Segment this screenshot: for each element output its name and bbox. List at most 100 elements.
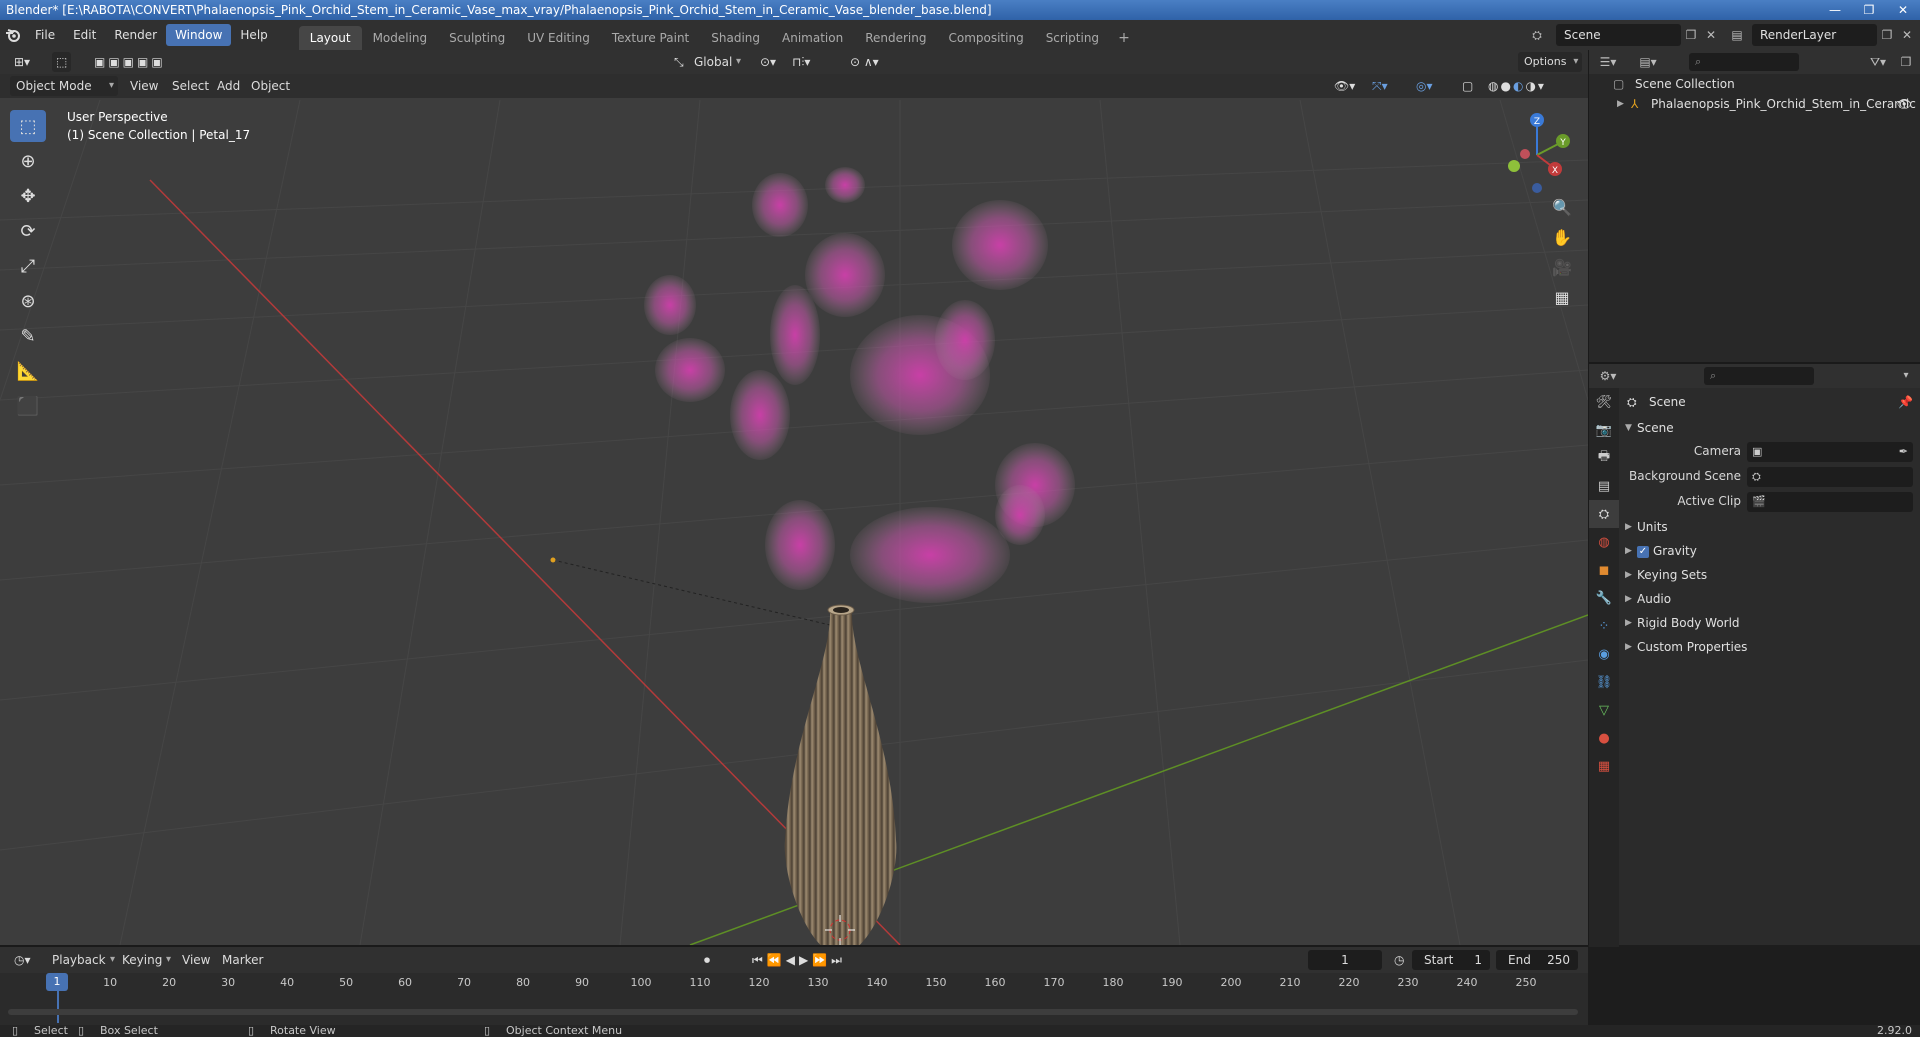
scene-browse-icon[interactable]: ⛭ <box>1526 24 1548 46</box>
tab-uv-editing[interactable]: UV Editing <box>516 26 601 50</box>
render-layer-remove-icon[interactable]: ✕ <box>1896 24 1918 46</box>
eyedropper-icon[interactable]: ✒ <box>1899 442 1908 462</box>
tab-modeling[interactable]: Modeling <box>362 26 439 50</box>
timeline-scrollbar[interactable] <box>8 1009 1578 1015</box>
scene-name-field[interactable]: Scene <box>1556 24 1681 46</box>
overlay-toggle-icon[interactable]: ◎▾ <box>1412 76 1437 96</box>
view-layer-browse-icon[interactable]: ▤ <box>1726 24 1748 46</box>
menu-render[interactable]: Render <box>105 24 166 46</box>
background-scene-field[interactable]: ⛭ <box>1747 467 1913 487</box>
ortho-grid-icon[interactable]: ▦ <box>1547 282 1577 312</box>
gravity-checkbox[interactable]: ✓ <box>1637 545 1649 558</box>
active-clip-field[interactable]: 🎬 <box>1747 492 1913 512</box>
units-panel-header[interactable]: ▶ Units <box>1619 515 1920 539</box>
properties-editor-icon[interactable]: ⚙▾ <box>1597 365 1619 387</box>
shading-mode-icons[interactable]: ◍●◐◑▾ <box>1484 76 1550 96</box>
display-mode-icon[interactable]: ▤▾ <box>1637 51 1659 73</box>
3d-viewport[interactable]: ⊞▾ ⬚ ▣▣▣▣▣ ⤡ Global ▾ ⊙▾ ⊓⫶▾ ⊙ ∧▾ Option… <box>0 50 1588 945</box>
end-frame-field[interactable]: End 250 <box>1496 950 1578 970</box>
tab-shading[interactable]: Shading <box>700 26 771 50</box>
frame-ruler[interactable]: 1102030405060708090100110120130140150160… <box>0 973 1588 993</box>
outliner-row-object[interactable]: ▶ ⅄ Phalaenopsis_Pink_Orchid_Stem_in_Cer… <box>1589 94 1920 114</box>
viewport-canvas[interactable] <box>0 100 1588 945</box>
render-layer-field[interactable]: RenderLayer <box>1752 24 1877 46</box>
new-collection-icon[interactable]: ❐ <box>1895 51 1917 73</box>
pivot-point-icon[interactable]: ⊙▾ <box>756 52 780 72</box>
texture-tab-icon[interactable]: ▦ <box>1589 752 1619 780</box>
preview-range-icon[interactable]: ◷ <box>1390 950 1408 970</box>
gizmo-toggle-icon[interactable]: ⤧▾ <box>1368 76 1392 96</box>
viewport-menu-add[interactable]: Add <box>213 76 244 96</box>
tab-scripting[interactable]: Scripting <box>1035 26 1110 50</box>
outliner-row-scene-collection[interactable]: ▢ Scene Collection <box>1589 74 1920 94</box>
timeline-menu-playback[interactable]: Playback <box>48 950 110 970</box>
close-button[interactable]: ✕ <box>1886 0 1920 20</box>
view-layer-tab-icon[interactable]: ▤ <box>1589 472 1619 500</box>
annotate-tool-icon[interactable]: ✎ <box>10 320 46 352</box>
timeline-menu-keying[interactable]: Keying <box>118 950 166 970</box>
menu-edit[interactable]: Edit <box>64 24 105 46</box>
rotate-tool-icon[interactable]: ⟳ <box>10 215 46 247</box>
constraints-tab-icon[interactable]: ⛓ <box>1589 668 1619 696</box>
particles-tab-icon[interactable]: ⁘ <box>1589 612 1619 640</box>
move-tool-icon[interactable]: ✥ <box>10 180 46 212</box>
viewport-menu-select[interactable]: Select <box>168 76 213 96</box>
object-tab-icon[interactable]: ◼ <box>1589 556 1619 584</box>
minimize-button[interactable]: — <box>1818 0 1852 20</box>
zoom-icon[interactable]: 🔍 <box>1547 192 1577 222</box>
modifier-tab-icon[interactable]: 🔧 <box>1589 584 1619 612</box>
options-dropdown[interactable]: Options <box>1518 52 1583 72</box>
proportional-edit-icon[interactable]: ⊙ ∧▾ <box>846 52 883 72</box>
properties-options-icon[interactable]: ▾ <box>1895 365 1917 387</box>
mode-dropdown[interactable]: Object Mode <box>10 76 118 96</box>
transform-orientation-label[interactable]: Global <box>690 52 736 72</box>
cursor-tool-icon[interactable]: ⊕ <box>10 145 46 177</box>
timeline-menu-marker[interactable]: Marker <box>218 950 267 970</box>
render-tab-icon[interactable]: 📷 <box>1589 416 1619 444</box>
properties-search-input[interactable]: ⌕ <box>1704 367 1814 385</box>
snap-icon[interactable]: ⊓⫶▾ <box>788 52 814 72</box>
scene-tab-icon[interactable]: ⛭ <box>1589 500 1619 528</box>
menu-help[interactable]: Help <box>231 24 276 46</box>
visibility-eye-icon[interactable]: 👁 <box>1897 94 1912 114</box>
timeline-menu-view[interactable]: View <box>178 950 214 970</box>
render-layer-new-icon[interactable]: ❐ <box>1876 24 1898 46</box>
scene-new-icon[interactable]: ❐ <box>1680 24 1702 46</box>
timeline-body[interactable] <box>0 993 1588 1023</box>
playback-controls-icons[interactable]: ⏮⏪◀▶⏩⏭ <box>748 950 850 970</box>
menu-window[interactable]: Window <box>166 24 232 46</box>
filter-icon[interactable]: ⛛▾ <box>1867 51 1889 73</box>
rigid-body-world-panel-header[interactable]: ▶ Rigid Body World <box>1619 611 1920 635</box>
timeline-editor-icon[interactable]: ◷▾ <box>10 950 35 970</box>
tool-tab-icon[interactable]: 🛠 <box>1589 388 1619 416</box>
camera-field[interactable]: ▣ ✒ <box>1747 442 1913 462</box>
visibility-icon[interactable]: 👁▾ <box>1330 76 1359 96</box>
world-tab-icon[interactable]: ◍ <box>1589 528 1619 556</box>
pin-icon[interactable]: 📌 <box>1898 388 1913 416</box>
start-frame-field[interactable]: Start 1 <box>1412 950 1490 970</box>
orientation-dropdown-icon[interactable]: ▾ <box>732 52 745 72</box>
scale-tool-icon[interactable]: ⤢ <box>10 250 46 282</box>
tab-sculpting[interactable]: Sculpting <box>438 26 516 50</box>
tab-animation[interactable]: Animation <box>771 26 854 50</box>
audio-panel-header[interactable]: ▶ Audio <box>1619 587 1920 611</box>
blender-logo-icon[interactable] <box>0 20 26 50</box>
select-mode-icons[interactable]: ▣▣▣▣▣ <box>90 52 170 72</box>
current-frame-field[interactable]: 1 <box>1308 950 1382 970</box>
tab-rendering[interactable]: Rendering <box>854 26 937 50</box>
auto-key-record-icon[interactable]: ⏺ <box>700 950 714 970</box>
material-tab-icon[interactable]: ● <box>1589 724 1619 752</box>
output-tab-icon[interactable]: 🖶 <box>1589 444 1619 472</box>
editor-type-icon[interactable]: ⊞▾ <box>10 52 34 72</box>
transform-tool-icon[interactable]: ⊛ <box>10 285 46 317</box>
physics-tab-icon[interactable]: ◉ <box>1589 640 1619 668</box>
navigation-gizmo[interactable]: Z Y X <box>1492 110 1582 200</box>
viewport-menu-object[interactable]: Object <box>247 76 294 96</box>
tab-layout[interactable]: Layout <box>298 26 362 50</box>
scene-panel-header[interactable]: ▼ Scene <box>1619 416 1920 440</box>
tab-texture-paint[interactable]: Texture Paint <box>601 26 700 50</box>
add-cube-tool-icon[interactable]: ⬛ <box>10 390 46 422</box>
viewport-menu-view[interactable]: View <box>126 76 162 96</box>
data-tab-icon[interactable]: ▽ <box>1589 696 1619 724</box>
keying-sets-panel-header[interactable]: ▶ Keying Sets <box>1619 563 1920 587</box>
